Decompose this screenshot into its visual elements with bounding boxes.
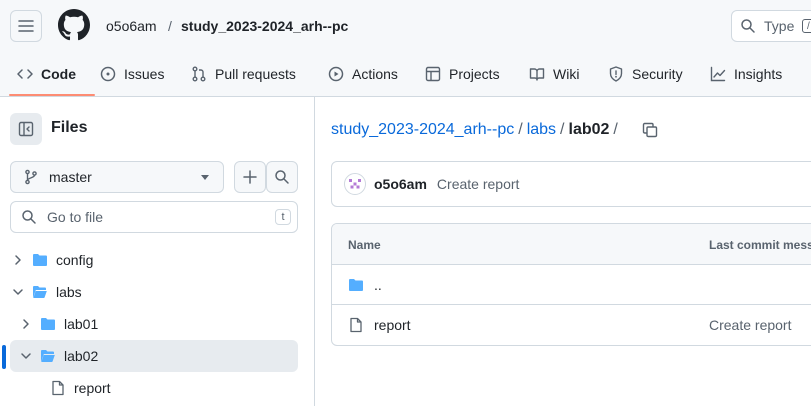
avatar[interactable] (344, 173, 366, 195)
search-icon (275, 170, 289, 184)
breadcrumb-owner[interactable]: o5o6am (106, 16, 157, 36)
chevron-right-icon[interactable] (18, 316, 34, 332)
path-separator: / (518, 121, 523, 138)
tab-insights[interactable]: Insights (710, 62, 782, 86)
shield-icon (609, 66, 623, 82)
tree-item-label: lab01 (64, 316, 99, 332)
go-to-file-shortcut: t (275, 209, 291, 225)
graph-icon (710, 66, 726, 82)
table-header: Name Last commit message (332, 224, 811, 265)
path-separator: / (613, 121, 618, 138)
search-placeholder: Type (764, 18, 795, 34)
chevron-down-icon[interactable] (18, 348, 34, 364)
tab-pull-requests-label: Pull requests (215, 66, 296, 82)
search-input[interactable]: Type / (731, 10, 811, 42)
folder-icon (41, 318, 55, 330)
branch-name: master (49, 169, 92, 185)
issue-opened-icon (100, 66, 116, 82)
book-icon (529, 68, 545, 81)
tab-actions-label: Actions (352, 66, 398, 82)
file-icon (350, 317, 362, 333)
tab-security[interactable]: Security (608, 62, 683, 86)
tree-item-report[interactable]: report (10, 372, 298, 404)
file-path-breadcrumb: study_2023-2024_arh--pc / labs / lab02 / (331, 120, 618, 140)
sidebar-collapse-icon (18, 121, 34, 137)
tab-issues[interactable]: Issues (100, 62, 164, 86)
go-to-file-placeholder: Go to file (47, 209, 104, 225)
tab-wiki[interactable]: Wiki (529, 62, 579, 86)
go-to-file-input[interactable]: Go to file t (10, 201, 298, 233)
tree-item-label: lab02 (64, 348, 99, 364)
chevron-down-icon[interactable] (10, 284, 26, 300)
tab-pull-requests[interactable]: Pull requests (191, 62, 296, 86)
code-icon (17, 69, 33, 79)
row-name[interactable]: .. (374, 277, 382, 293)
tab-projects-label: Projects (449, 66, 500, 82)
tab-code-label: Code (41, 66, 76, 82)
identicon-icon (349, 179, 361, 189)
collapse-file-tree-button[interactable] (10, 113, 42, 145)
tab-actions[interactable]: Actions (328, 62, 398, 86)
table-icon (425, 66, 441, 82)
play-icon (328, 66, 344, 82)
copy-path-button[interactable] (640, 120, 660, 140)
tree-item-lab01[interactable]: lab01 (10, 308, 298, 340)
column-name-header: Name (348, 238, 381, 252)
copy-icon (642, 122, 658, 138)
git-pull-request-icon (192, 66, 206, 82)
github-logo-icon[interactable] (58, 9, 90, 41)
folder-open-icon (33, 286, 47, 299)
git-branch-icon (25, 169, 37, 185)
files-heading: Files (51, 119, 88, 136)
repo-tab-nav: Code Issues Pull requests Actions Projec… (0, 52, 811, 97)
tree-item-config[interactable]: config (10, 244, 298, 276)
tab-insights-label: Insights (734, 66, 783, 82)
tab-projects[interactable]: Projects (425, 62, 500, 86)
top-header: o5o6am / study_2023-2024_arh--pc Type / (0, 0, 811, 52)
add-file-button[interactable] (234, 161, 266, 193)
file-icon (52, 380, 64, 396)
directory-table: Name Last commit message .. report Creat… (331, 223, 811, 346)
plus-icon (243, 170, 257, 184)
search-files-button[interactable] (266, 161, 298, 193)
column-commit-header: Last commit message (709, 238, 811, 252)
path-labs-link[interactable]: labs (527, 120, 556, 140)
tab-security-label: Security (632, 66, 683, 82)
folder-icon (33, 254, 47, 266)
branch-selector[interactable]: master (10, 161, 224, 193)
path-separator: / (560, 121, 565, 138)
search-icon (741, 19, 755, 33)
breadcrumb-separator: / (168, 18, 172, 34)
tree-item-label: labs (56, 284, 82, 300)
tree-item-labs[interactable]: labs (10, 276, 298, 308)
search-icon (22, 210, 36, 224)
hamburger-icon (18, 20, 34, 32)
chevron-right-icon[interactable] (10, 252, 26, 268)
row-name[interactable]: report (374, 317, 411, 333)
path-repo-link[interactable]: study_2023-2024_arh--pc (331, 120, 514, 140)
tab-code[interactable]: Code (17, 62, 76, 86)
file-tree-panel: Files master Go to file t config labs la… (0, 97, 315, 406)
chevron-down-icon (201, 175, 209, 180)
active-tree-item-indicator (2, 345, 6, 369)
folder-open-icon (41, 350, 55, 363)
table-row-report[interactable]: report Create report (332, 305, 811, 345)
tree-item-label: config (56, 252, 94, 268)
selected-tab-indicator (9, 94, 95, 96)
tab-wiki-label: Wiki (553, 66, 580, 82)
folder-icon (349, 279, 363, 291)
tree-item-label: report (74, 380, 111, 396)
row-commit-message[interactable]: Create report (709, 317, 791, 333)
latest-commit-box: o5o6am Create report (331, 161, 811, 207)
commit-author[interactable]: o5o6am (374, 176, 427, 192)
tab-issues-label: Issues (124, 66, 165, 82)
table-row-parent[interactable]: .. (332, 265, 811, 305)
hamburger-menu-button[interactable] (10, 10, 42, 42)
path-current: lab02 (568, 121, 610, 138)
tree-item-lab02[interactable]: lab02 (10, 340, 298, 372)
search-shortcut: / (802, 19, 811, 33)
commit-message[interactable]: Create report (437, 176, 519, 192)
breadcrumb-repo[interactable]: study_2023-2024_arh--pc (181, 16, 348, 36)
